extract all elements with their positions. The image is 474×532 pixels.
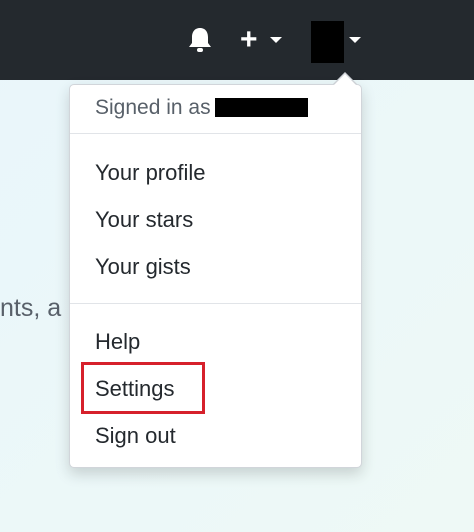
caret-down-icon [349, 37, 361, 43]
background-page-text: nts, a [0, 294, 62, 322]
menu-divider [70, 133, 361, 134]
settings-highlight-box [81, 362, 205, 414]
avatar [311, 21, 344, 63]
menu-item-your-stars[interactable]: Your stars [95, 203, 193, 237]
create-new-button[interactable]: + [236, 22, 290, 58]
bell-icon [189, 28, 211, 52]
signed-in-header: Signed in as [95, 93, 308, 123]
header-bar: + [0, 0, 474, 80]
notifications-button[interactable] [184, 24, 216, 56]
redacted-username [214, 98, 308, 117]
menu-item-your-gists[interactable]: Your gists [95, 250, 191, 284]
signed-in-label: Signed in as [95, 96, 211, 119]
menu-item-your-profile[interactable]: Your profile [95, 156, 205, 190]
menu-item-help[interactable]: Help [95, 325, 140, 359]
menu-item-sign-out[interactable]: Sign out [95, 419, 176, 453]
menu-pointer-fill [334, 74, 356, 85]
plus-icon: + [240, 23, 258, 56]
caret-down-icon [270, 37, 282, 43]
user-menu-button[interactable] [308, 18, 366, 64]
menu-divider [70, 303, 361, 304]
